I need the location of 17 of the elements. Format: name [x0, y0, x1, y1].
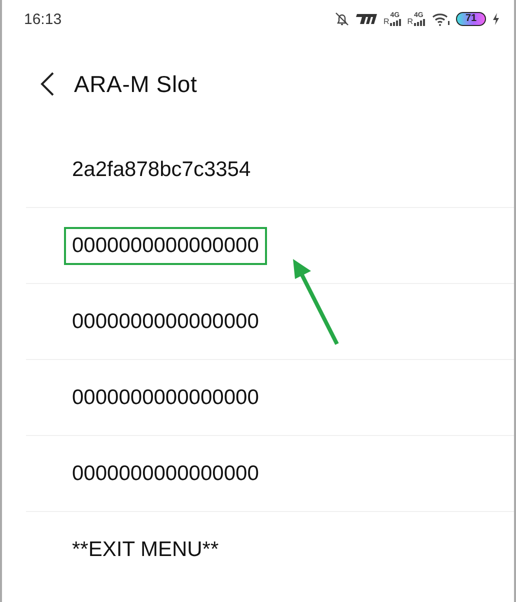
status-time: 16:13 [24, 10, 63, 28]
highlighted-menu-item[interactable]: 0000000000000000 [64, 226, 267, 264]
menu-item[interactable]: 0000000000000000 [64, 454, 267, 492]
wifi-icon [432, 12, 450, 26]
charging-icon [492, 12, 500, 26]
signal-bars-icon [414, 19, 426, 26]
menu-item[interactable]: 0000000000000000 [64, 378, 267, 416]
page-title: ARA-M Slot [74, 70, 198, 98]
bell-off-icon [335, 12, 350, 26]
menu-item[interactable]: 0000000000000000 [64, 302, 267, 340]
signal-bars-icon [390, 19, 402, 26]
roaming-label: R [383, 18, 390, 26]
menu-item[interactable]: **EXIT MENU** [64, 530, 227, 568]
roaming-label: R [407, 18, 413, 26]
carrier-icon [355, 13, 378, 25]
battery-level: 71 [456, 12, 486, 26]
menu-item[interactable]: 2a2fa878bc7c3354 [64, 150, 259, 188]
